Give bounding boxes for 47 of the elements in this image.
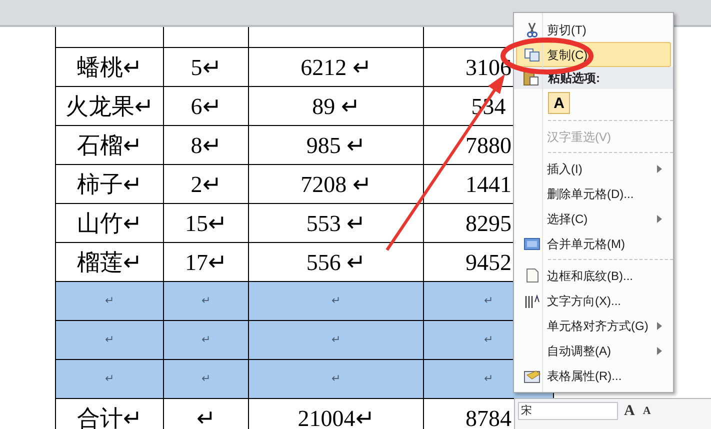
table-cell: 柿子↵ [56, 165, 164, 203]
submenu-arrow-icon [657, 322, 662, 330]
table-cell: 8↵ [164, 126, 249, 164]
table-cell: ↵ [56, 321, 164, 359]
table-cell: 556 ↵ [249, 243, 424, 281]
table-cell: 榴莲↵ [56, 243, 164, 281]
table-cell: 6212 ↵ [249, 48, 424, 86]
page-icon [526, 268, 538, 283]
table-cell: 7208 ↵ [249, 165, 424, 203]
table-cell: ↵ [164, 399, 249, 429]
submenu-arrow-icon [657, 346, 662, 354]
table-cell: ↵ [56, 282, 164, 320]
table-cell: 2↵ [164, 165, 249, 203]
table-cell: 15↵ [164, 204, 249, 242]
menu-item[interactable]: 剪切(T) [516, 17, 671, 42]
scissors-icon [525, 22, 539, 38]
table-cell: 山竹↵ [56, 204, 164, 242]
table-cell: 5↵ [164, 48, 249, 86]
table-cell: 553 ↵ [249, 204, 424, 242]
table-cell: 6↵ [164, 87, 249, 125]
text-direction-icon [524, 292, 540, 308]
table-properties-icon [524, 368, 540, 382]
table-cell: ↵ [164, 282, 249, 320]
submenu-arrow-icon [657, 164, 662, 172]
table-cell: ↵ [249, 282, 424, 320]
menu-item[interactable]: 复制(C) [516, 42, 671, 67]
table-cell: 石榴↵ [56, 126, 164, 164]
table-cell: 17↵ [164, 243, 249, 281]
grow-font-button[interactable]: A [622, 402, 637, 420]
copy-icon [524, 48, 540, 62]
table-cell: 985 ↵ [249, 126, 424, 164]
table-cell: 合计↵ [56, 399, 164, 429]
font-field[interactable]: 宋 [518, 402, 618, 420]
submenu-arrow-icon [657, 214, 662, 222]
table-cell: 蟠桃↵ [56, 48, 164, 86]
shrink-font-button[interactable]: A [640, 402, 653, 420]
table-cell: ↵ [249, 360, 424, 398]
table-cell: ↵ [56, 360, 164, 398]
table-cell: 火龙果↵ [56, 87, 164, 125]
table-cell: ↵ [164, 360, 249, 398]
table-cell: 21004↵ [249, 399, 424, 429]
table-cell: ↵ [164, 321, 249, 359]
table-cell: ↵ [249, 321, 424, 359]
paste-option-button[interactable]: A [548, 92, 570, 114]
clipboard-icon [523, 70, 539, 86]
table-cell: 89 ↵ [249, 87, 424, 125]
merge-cells-icon [524, 238, 540, 250]
